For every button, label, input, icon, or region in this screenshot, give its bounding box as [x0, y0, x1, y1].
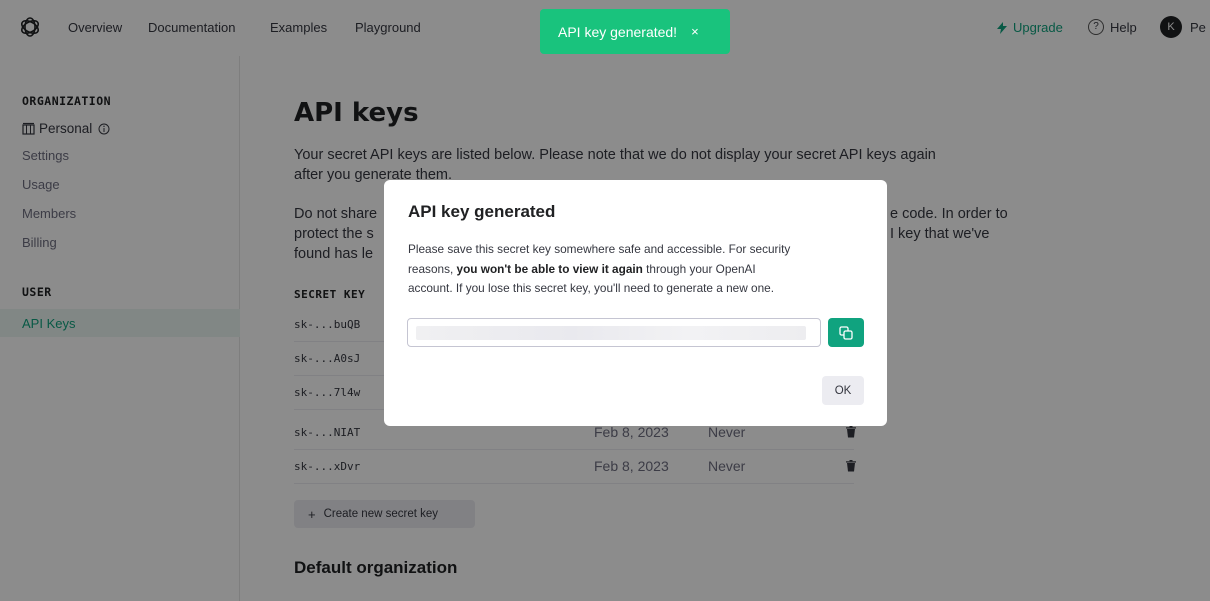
- modal-title: API key generated: [408, 202, 556, 221]
- modal-body-line-2: reasons, you won't be able to view it ag…: [408, 260, 868, 280]
- modal-body-suffix: through your OpenAI: [646, 261, 756, 276]
- api-key-modal: API key generated Please save this secre…: [384, 180, 887, 426]
- modal-body-bold: you won't be able to view it again: [456, 261, 643, 276]
- toast-message: API key generated!: [558, 23, 678, 40]
- modal-body-line-3: account. If you lose this secret key, yo…: [408, 281, 774, 295]
- toast-notification: API key generated! ×: [540, 9, 730, 54]
- secret-key-field[interactable]: [407, 318, 821, 347]
- modal-body-line-1: Please save this secret key somewhere sa…: [408, 242, 791, 256]
- modal-body: Please save this secret key somewhere sa…: [408, 240, 868, 299]
- ok-button[interactable]: OK: [822, 376, 864, 405]
- modal-body-prefix: reasons,: [408, 261, 454, 276]
- copy-button[interactable]: [828, 318, 864, 347]
- copy-icon: [839, 325, 853, 340]
- redacted-key: [416, 326, 806, 340]
- close-icon[interactable]: ×: [691, 24, 699, 39]
